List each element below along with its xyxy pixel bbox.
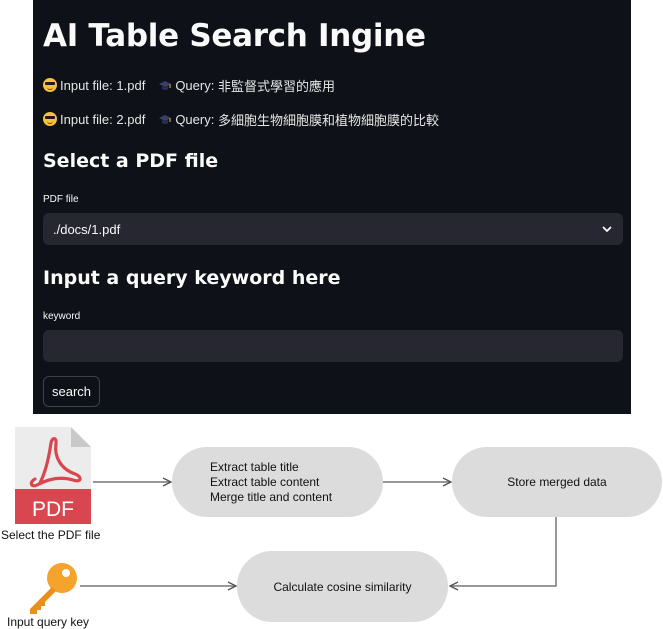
example-query: Query: 多細胞生物細胞膜和植物細胞膜的比較 <box>158 110 439 129</box>
sunglasses-emoji-icon <box>43 112 57 126</box>
pdf-file-select[interactable]: ./docs/1.pdf <box>43 213 623 245</box>
graduation-cap-icon <box>159 81 172 90</box>
graduation-cap-icon <box>159 115 172 124</box>
chevron-down-icon <box>602 226 612 232</box>
file-name: 1.pdf <box>116 77 146 93</box>
pdf-selected-value: ./docs/1.pdf <box>53 221 121 237</box>
query-prefix: Query: <box>175 111 215 127</box>
query-section-title: Input a query keyword here <box>43 267 341 289</box>
example-row-1: Input file: 1.pdf Query: 非監督式學習的應用 <box>43 76 348 94</box>
pdf-file-icon: PDF <box>15 427 91 524</box>
key-icon <box>30 563 77 614</box>
store-node: Store merged data <box>452 447 662 517</box>
query-prefix: Query: <box>175 77 215 93</box>
file-name: 2.pdf <box>116 111 146 127</box>
cosine-node: Calculate cosine similarity <box>237 551 448 622</box>
key-caption: Input query key <box>7 615 90 629</box>
example-query: Query: 非監督式學習的應用 <box>158 76 335 95</box>
arrow-store-to-cosine <box>450 517 557 586</box>
keyword-label: keyword <box>43 311 81 322</box>
extract-step-content: Extract table content <box>210 474 320 489</box>
pdf-badge-text: PDF <box>32 498 74 521</box>
extract-step-merge: Merge title and content <box>210 489 333 504</box>
sunglasses-emoji-icon <box>43 78 57 92</box>
query-text: 非監督式學習的應用 <box>217 78 335 94</box>
example-file: Input file: 1.pdf <box>43 78 145 93</box>
store-label: Store merged data <box>507 475 607 489</box>
pdf-field-label: PDF file <box>43 194 79 205</box>
file-prefix: Input file: <box>60 111 113 127</box>
file-prefix: Input file: <box>60 77 113 93</box>
example-file: Input file: 2.pdf <box>43 112 145 127</box>
extract-node: Extract table title Extract table conten… <box>172 447 383 517</box>
app-window: AI Table Search Ingine Input file: 1.pdf… <box>33 0 631 414</box>
keyword-input[interactable] <box>43 330 623 362</box>
page-title: AI Table Search Ingine <box>43 18 426 54</box>
search-button[interactable]: search <box>43 376 100 407</box>
pdf-caption: Select the PDF file <box>1 528 101 542</box>
pdf-section-title: Select a PDF file <box>43 150 219 172</box>
query-text: 多細胞生物細胞膜和植物細胞膜的比較 <box>217 112 439 128</box>
extract-step-title: Extract table title <box>210 459 299 474</box>
cosine-label: Calculate cosine similarity <box>273 579 412 594</box>
example-row-2: Input file: 2.pdf Query: 多細胞生物細胞膜和植物細胞膜的… <box>43 110 452 128</box>
